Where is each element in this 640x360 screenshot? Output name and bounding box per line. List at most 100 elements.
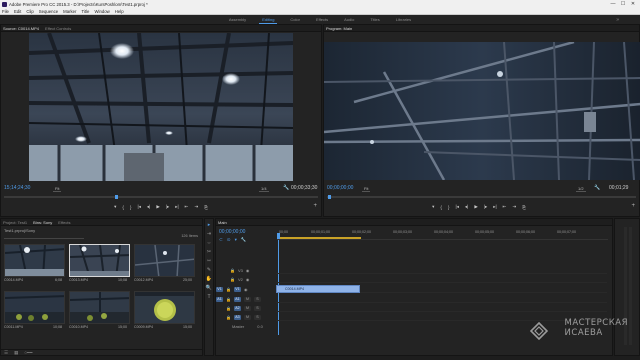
mute-toggle[interactable]: M — [243, 296, 251, 302]
solo-toggle[interactable]: S — [253, 305, 261, 311]
export-frame-icon[interactable]: ⎘ — [204, 205, 208, 210]
timeline-timecode[interactable]: 00;00;00;00 — [219, 229, 245, 235]
solo-toggle[interactable]: S — [253, 296, 261, 302]
play-icon[interactable]: ▶ — [156, 204, 159, 210]
step-back-icon[interactable]: ◂| — [147, 204, 150, 210]
lift-icon[interactable]: ⇤ — [503, 204, 507, 210]
add-marker-timeline-icon[interactable]: ▾ — [235, 237, 237, 243]
clip-thumbnail[interactable] — [4, 244, 65, 277]
tab-project[interactable]: Project: Test1 — [3, 220, 27, 225]
eye-icon[interactable]: ◉ — [246, 268, 250, 273]
menu-help[interactable]: Help — [115, 9, 124, 14]
program-resolution-select[interactable]: 1/2 — [576, 186, 586, 192]
program-video-frame[interactable] — [324, 42, 640, 180]
insert-icon[interactable]: ⇤ — [185, 204, 189, 210]
source-settings-icon[interactable]: 🔧 — [283, 185, 289, 191]
source-playhead-timecode[interactable]: 15;14;24;30 — [4, 185, 30, 191]
menu-marker[interactable]: Marker — [63, 9, 76, 14]
track-label-a2[interactable]: A2 — [233, 305, 241, 311]
track-lane-a3[interactable] — [276, 313, 607, 321]
menu-title[interactable]: Title — [81, 9, 89, 14]
menu-window[interactable]: Window — [94, 9, 109, 14]
program-go-to-in-icon[interactable]: |◂ — [455, 204, 458, 210]
program-play-icon[interactable]: ▶ — [474, 204, 477, 210]
ripple-edit-tool-icon[interactable]: ⇔ — [207, 241, 212, 246]
type-tool-icon[interactable]: T — [207, 295, 210, 300]
menu-file[interactable]: File — [2, 9, 9, 14]
source-patch-a1[interactable]: A1 — [216, 296, 223, 302]
source-button-editor-icon[interactable]: + — [313, 203, 317, 209]
program-playhead-timecode[interactable]: 00;00;00;00 — [327, 185, 353, 191]
overwrite-icon[interactable]: ⇥ — [194, 204, 198, 210]
solo-toggle[interactable]: S — [253, 314, 261, 320]
program-export-frame-icon[interactable]: ⎘ — [522, 205, 526, 210]
track-header-master[interactable]: Master 0.0 — [216, 322, 276, 330]
clip-thumbnail[interactable] — [134, 244, 195, 277]
timeline-clip-video[interactable]: C0014.MP4 — [276, 285, 360, 293]
track-header-v1[interactable]: V1 🔒 V1 ◉ — [216, 285, 276, 293]
tab-bin-sony[interactable]: Bins: Sony — [33, 220, 52, 225]
source-scrubber[interactable] — [4, 195, 318, 199]
menu-clip[interactable]: Clip — [26, 9, 33, 14]
program-playhead[interactable] — [328, 195, 331, 199]
tab-program[interactable]: Program: Main — [326, 26, 352, 31]
eye-icon[interactable]: ◉ — [246, 277, 250, 282]
tab-effect-controls[interactable]: Effect Controls — [45, 26, 71, 31]
add-marker-icon[interactable]: ▾ — [114, 204, 116, 210]
time-ruler[interactable]: 00;00 00;00;01;00 00;00;02;00 00;00;03;0… — [277, 230, 608, 240]
go-to-out-icon[interactable]: ▸| — [175, 204, 178, 210]
clip-thumbnail[interactable] — [69, 291, 130, 324]
go-to-in-icon[interactable]: |◂ — [137, 204, 140, 210]
clip-thumbnail[interactable] — [4, 291, 65, 324]
workspace-libraries[interactable]: Libraries — [393, 16, 414, 23]
track-header-v3[interactable]: 🔒 V3 ◉ — [216, 266, 276, 274]
program-go-to-out-icon[interactable]: ▸| — [493, 204, 496, 210]
track-label-v1[interactable]: V1 — [233, 286, 241, 292]
clip-thumbnail-selected[interactable] — [69, 244, 130, 277]
workspace-titles[interactable]: Titles — [367, 16, 382, 23]
track-lane-v2[interactable] — [276, 275, 607, 283]
track-header-v2[interactable]: 🔒 V2 ◉ — [216, 275, 276, 283]
mute-toggle[interactable]: M — [243, 314, 251, 320]
track-select-tool-icon[interactable]: ⇥ — [207, 232, 211, 237]
zoom-tool-icon[interactable]: 🔍 — [206, 286, 212, 291]
source-resolution-select[interactable]: 1/4 — [259, 186, 269, 192]
mark-in-icon[interactable]: { — [122, 205, 124, 210]
track-header-a3[interactable]: 🔒 A3 M S — [216, 313, 276, 321]
pen-tool-icon[interactable]: ✎ — [207, 268, 211, 273]
program-button-editor-icon[interactable]: + — [631, 203, 635, 209]
lock-icon[interactable]: 🔒 — [226, 315, 231, 320]
mute-toggle[interactable]: M — [243, 305, 251, 311]
workspace-overflow-icon[interactable]: » — [613, 16, 622, 24]
snap-icon[interactable]: ⊂ — [219, 237, 223, 243]
tab-effects[interactable]: Effects — [58, 220, 70, 225]
step-forward-icon[interactable]: |▸ — [166, 204, 169, 210]
menu-sequence[interactable]: Sequence — [39, 9, 58, 14]
source-video-frame[interactable] — [29, 33, 293, 181]
program-add-marker-icon[interactable]: ▾ — [432, 204, 434, 210]
lock-icon[interactable]: 🔒 — [230, 268, 235, 273]
workspace-color[interactable]: Color — [287, 16, 303, 23]
master-volume-value[interactable]: 0.0 — [257, 324, 263, 329]
tab-source[interactable]: Source: C0014.MP4 — [3, 26, 39, 31]
track-lane-v3[interactable] — [276, 266, 607, 274]
lock-icon[interactable]: 🔒 — [226, 287, 231, 292]
track-label-a1[interactable]: A1 — [233, 296, 241, 302]
program-scrubber[interactable] — [327, 195, 636, 199]
lock-icon[interactable]: 🔒 — [226, 297, 231, 302]
linked-selection-icon[interactable]: ⊙ — [227, 237, 231, 243]
lock-icon[interactable]: 🔒 — [230, 277, 235, 282]
program-step-forward-icon[interactable]: |▸ — [484, 204, 487, 210]
program-mark-in-icon[interactable]: { — [440, 205, 442, 210]
icon-view-icon[interactable]: ▦ — [14, 350, 18, 356]
track-header-a1[interactable]: A1 🔒 A1 M S — [216, 295, 276, 303]
program-fit-select[interactable]: Fit — [362, 186, 371, 192]
razor-tool-icon[interactable]: ✂ — [207, 250, 211, 255]
project-search-input[interactable] — [4, 234, 84, 239]
hand-tool-icon[interactable]: ✋ — [206, 277, 212, 282]
source-patch-v1[interactable]: V1 — [216, 286, 223, 292]
tab-sequence-main[interactable]: Main — [218, 220, 227, 225]
timeline-settings-icon[interactable]: 🔧 — [241, 237, 247, 243]
program-settings-icon[interactable]: 🔧 — [594, 185, 600, 191]
workspace-assembly[interactable]: Assembly — [226, 16, 249, 23]
